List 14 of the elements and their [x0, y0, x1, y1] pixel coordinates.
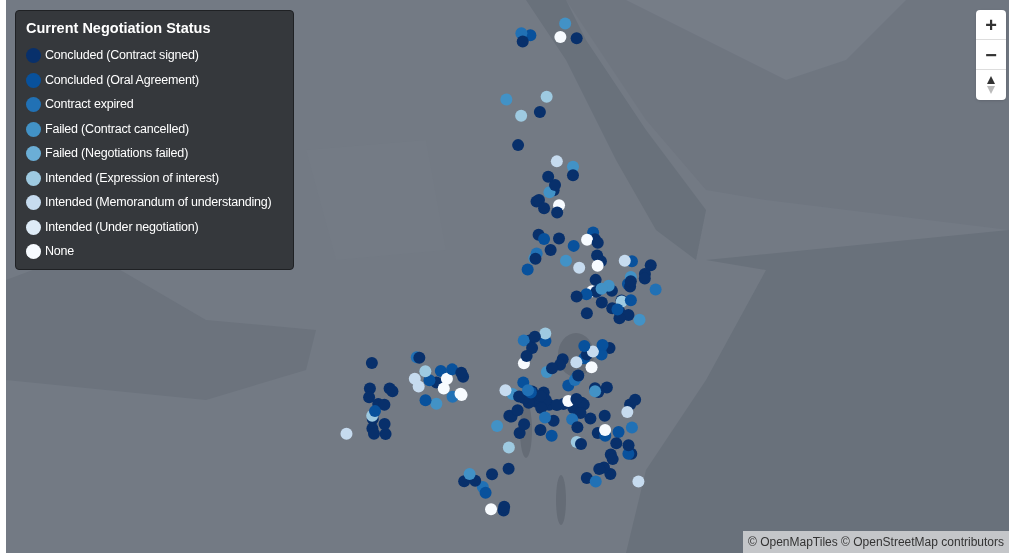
compass-icon	[986, 75, 996, 95]
attribution-text: © OpenMapTiles © OpenStreetMap contributors	[742, 531, 1009, 553]
legend-label: Intended (Expression of interest)	[45, 169, 220, 187]
legend-title: Current Negotiation Status	[26, 19, 212, 38]
legend-label: Intended (Memorandum of understanding)	[45, 194, 272, 212]
legend-label: None	[45, 243, 75, 261]
legend-label: Failed (Contract cancelled)	[45, 120, 189, 138]
legend-label: Concluded (Oral Agreement)	[45, 71, 199, 89]
legend-label: Failed (Negotiations failed)	[45, 145, 189, 163]
legend-label: Contract expired	[45, 96, 134, 114]
legend-label: Concluded (Contract signed)	[45, 47, 199, 65]
legend-label: Intended (Under negotiation)	[45, 218, 199, 236]
zoom-in-button[interactable]: +	[976, 10, 1006, 40]
zoom-out-button[interactable]: −	[976, 40, 1006, 70]
